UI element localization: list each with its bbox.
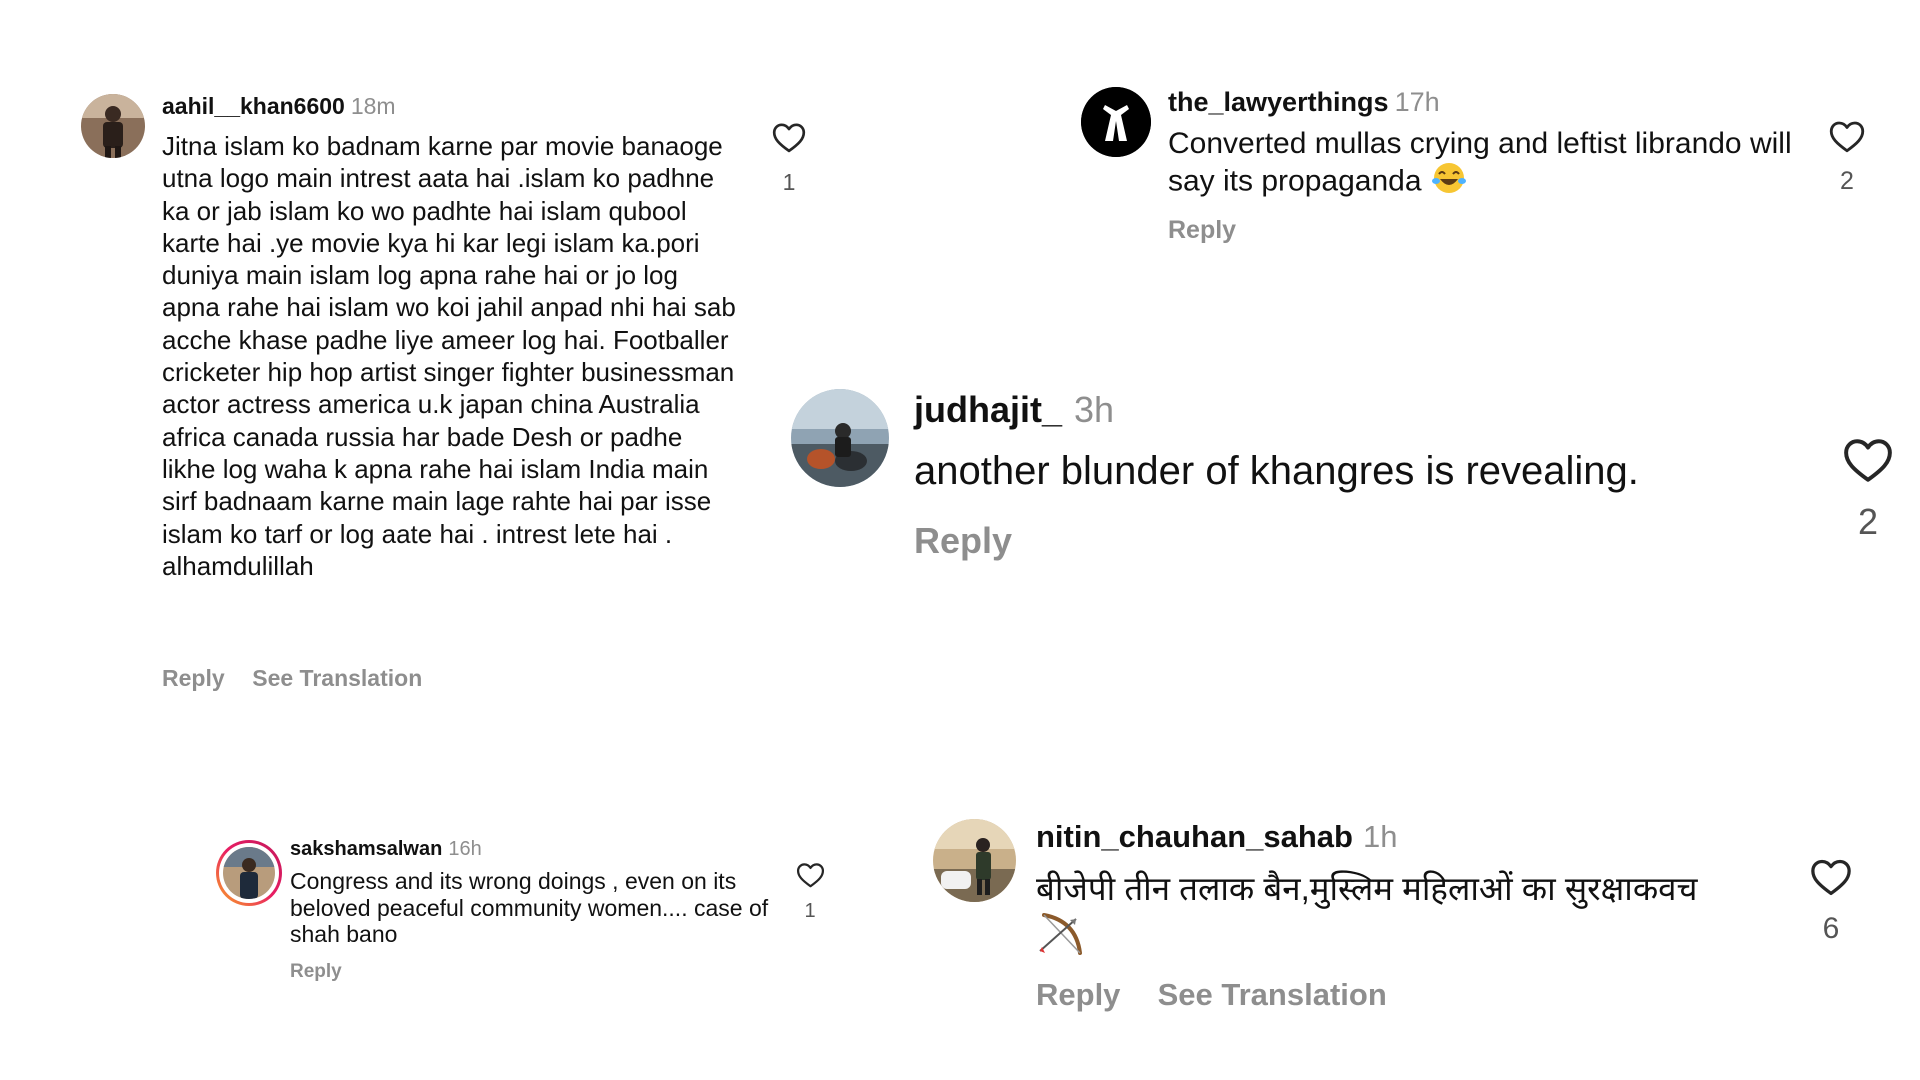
like-control: 6 <box>1806 858 1856 946</box>
avatar[interactable] <box>791 389 889 487</box>
username[interactable]: judhajit_ <box>914 389 1062 430</box>
reply-button[interactable]: Reply <box>914 520 1012 561</box>
comment-text: Converted mullas crying and leftist libr… <box>1168 126 1808 203</box>
timestamp: 3h <box>1074 389 1115 430</box>
heart-outline-icon[interactable] <box>772 122 806 153</box>
timestamp: 16h <box>448 838 482 860</box>
user-photo-icon <box>223 847 275 899</box>
user-photo-icon <box>933 819 1016 902</box>
avatar[interactable] <box>933 819 1016 902</box>
like-control: 2 <box>1838 437 1898 543</box>
like-control: 2 <box>1824 120 1870 196</box>
comment-text: another blunder of khangres is revealing… <box>914 449 1639 493</box>
laughing-emoji-icon <box>1430 161 1468 203</box>
like-control: 1 <box>766 122 812 196</box>
see-translation-button[interactable]: See Translation <box>1158 977 1387 1012</box>
like-count: 1 <box>782 169 796 195</box>
heart-outline-icon[interactable] <box>796 862 825 888</box>
reply-button[interactable]: Reply <box>162 665 225 691</box>
bow-and-arrow-emoji-icon <box>1036 911 1086 968</box>
reply-button[interactable]: Reply <box>1036 977 1120 1012</box>
avatar[interactable] <box>1081 87 1151 157</box>
heart-outline-icon[interactable] <box>1810 858 1852 896</box>
username[interactable]: aahil__khan6600 <box>162 93 345 119</box>
like-count: 2 <box>1840 167 1854 195</box>
reply-button[interactable]: Reply <box>290 961 342 982</box>
gavel-logo-icon <box>1081 87 1151 157</box>
timestamp: 17h <box>1394 87 1440 117</box>
username[interactable]: the_lawyerthings <box>1168 87 1389 117</box>
comment-text: Jitna islam ko badnam karne par movie ba… <box>162 131 736 581</box>
like-count: 2 <box>1857 501 1879 542</box>
username[interactable]: nitin_chauhan_sahab <box>1036 819 1353 854</box>
comment-text: बीजेपी तीन तलाक बैन,मुस्लिम महिलाओं का स… <box>1036 866 1796 968</box>
user-photo-icon <box>81 94 145 158</box>
user-photo-icon <box>791 389 889 487</box>
heart-outline-icon[interactable] <box>1829 120 1865 153</box>
timestamp: 1h <box>1362 819 1398 854</box>
heart-outline-icon[interactable] <box>1843 437 1893 483</box>
username[interactable]: sakshamsalwan <box>290 838 442 860</box>
like-count: 6 <box>1822 912 1840 945</box>
see-translation-button[interactable]: See Translation <box>252 665 422 691</box>
like-control: 1 <box>790 862 830 923</box>
avatar-story-ring[interactable] <box>216 840 282 906</box>
timestamp: 18m <box>350 93 396 119</box>
reply-button[interactable]: Reply <box>1168 216 1236 244</box>
avatar[interactable] <box>81 94 145 158</box>
like-count: 1 <box>804 900 816 922</box>
comment-text: Congress and its wrong doings , even on … <box>290 868 769 947</box>
